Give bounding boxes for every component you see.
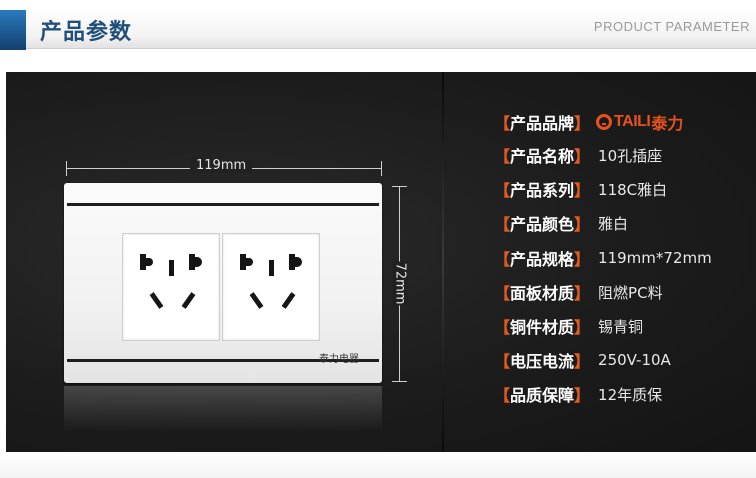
width-dimension-cap-left	[66, 161, 67, 176]
spec-label: 产品颜色	[510, 215, 575, 234]
bracket-close: 】	[574, 114, 591, 133]
spec-row-size: 【 产品规格 】 119mm*72mm	[494, 245, 712, 271]
bracket-close: 】	[574, 147, 591, 166]
socket-left	[122, 233, 220, 341]
bracket-open: 【	[494, 284, 511, 303]
spec-row-panel-material: 【 面板材质 】 阻燃PC料	[494, 279, 663, 305]
page-title: 产品参数	[40, 20, 133, 45]
socket-hole	[169, 260, 174, 276]
spec-label: 产品系列	[510, 181, 575, 200]
spec-row-brand: 【 产品品牌 】 TAILI 泰力	[494, 109, 683, 135]
spec-row-name: 【 产品名称 】 10孔插座	[494, 142, 662, 168]
spec-row-color: 【 产品颜色 】 雅白	[494, 210, 628, 236]
spec-label: 产品规格	[510, 250, 575, 269]
socket-plate-image: 泰力电器	[64, 183, 382, 383]
brand-logo-text: TAILI	[614, 113, 651, 130]
bracket-open: 【	[494, 181, 511, 200]
height-dimension-label: 72mm	[392, 261, 408, 306]
bracket-close: 】	[574, 250, 591, 269]
bracket-open: 【	[494, 215, 511, 234]
header-accent	[0, 10, 26, 50]
bracket-close: 】	[574, 215, 591, 234]
bracket-close: 】	[574, 181, 591, 200]
page-subtitle: PRODUCT PARAMETER	[593, 19, 750, 34]
spec-row-copper-material: 【 铜件材质 】 锡青铜	[494, 313, 643, 339]
bracket-open: 【	[494, 250, 511, 269]
socket-hole	[269, 260, 274, 276]
taili-logo-icon	[596, 114, 613, 130]
spec-value: 119mm*72mm	[598, 249, 712, 267]
spec-label: 铜件材质	[510, 318, 575, 337]
bracket-open: 【	[494, 318, 511, 337]
spec-row-voltage: 【 电压电流 】 250V-10A	[494, 347, 671, 373]
section-header: 产品参数 PRODUCT PARAMETER	[0, 0, 756, 58]
spec-value: 118C雅白	[598, 180, 668, 199]
spec-value: 阻燃PC料	[598, 283, 663, 302]
brand-logo: TAILI 泰力	[596, 110, 683, 134]
bracket-close: 】	[574, 284, 591, 303]
spec-value: 12年质保	[598, 385, 663, 404]
spec-label: 电压电流	[510, 352, 575, 371]
bracket-open: 【	[494, 114, 511, 133]
spec-label: 产品名称	[510, 147, 575, 166]
spec-label: 品质保障	[510, 386, 575, 405]
height-dimension-cap-bottom	[392, 381, 407, 382]
socket-hole	[195, 257, 202, 267]
socket-hole	[181, 292, 196, 309]
spec-row-warranty: 【 品质保障 】 12年质保	[494, 381, 662, 407]
brand-logo-cn: 泰力	[651, 114, 684, 133]
plate-brand-text: 泰力电器	[319, 354, 359, 365]
panel-divider	[442, 72, 444, 452]
spec-value: 250V-10A	[598, 351, 671, 369]
socket-hole	[246, 258, 253, 266]
spec-label: 产品品牌	[510, 114, 575, 133]
socket-hole	[249, 292, 264, 309]
plate-reflection	[64, 386, 382, 432]
bracket-close: 】	[574, 386, 591, 405]
socket-hole	[149, 292, 164, 309]
spec-label: 面板材质	[510, 284, 575, 303]
socket-hole	[281, 292, 296, 309]
height-dimension-cap-top	[392, 186, 407, 187]
width-dimension-label: 119mm	[190, 158, 253, 173]
bracket-open: 【	[494, 352, 511, 371]
plate-top-stripe	[67, 203, 379, 206]
socket-hole	[146, 258, 153, 266]
socket-right	[222, 233, 320, 341]
spec-value: 锡青铜	[598, 317, 644, 336]
bottom-strip	[0, 452, 756, 478]
bracket-close: 】	[574, 318, 591, 337]
bracket-open: 【	[494, 147, 511, 166]
spec-row-series: 【 产品系列 】 118C雅白	[494, 176, 667, 202]
spec-value: 雅白	[598, 214, 629, 233]
bracket-open: 【	[494, 386, 511, 405]
socket-hole	[295, 257, 302, 267]
width-dimension-cap-right	[381, 161, 382, 176]
spec-value: 10孔插座	[598, 146, 663, 165]
bracket-close: 】	[574, 352, 591, 371]
